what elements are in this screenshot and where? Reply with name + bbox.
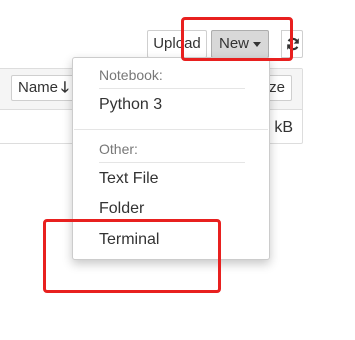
upload-button[interactable]: Upload	[147, 30, 207, 58]
new-button-label: New	[218, 35, 249, 52]
menu-item-python3[interactable]: Python 3	[74, 92, 268, 118]
menu-item-text-file[interactable]: Text File	[74, 166, 268, 192]
caret-down-icon	[253, 41, 261, 47]
header-underline	[99, 88, 245, 89]
sort-name-label: Name	[18, 79, 59, 96]
arrow-down-icon: 🡓	[61, 79, 69, 96]
menu-item-terminal[interactable]: Terminal	[74, 227, 268, 253]
other-section-header: Other:	[99, 141, 138, 157]
menu-item-folder[interactable]: Folder	[74, 196, 268, 222]
refresh-icon	[287, 37, 299, 51]
sort-by-name-button[interactable]: Name 🡓	[11, 75, 81, 101]
menu-divider	[74, 129, 268, 130]
header-underline	[99, 162, 245, 163]
new-dropdown-button[interactable]: New	[211, 30, 269, 58]
refresh-button[interactable]	[281, 30, 303, 58]
new-dropdown-menu: Notebook: Python 3 Other: Text File Fold…	[72, 57, 270, 260]
notebook-section-header: Notebook:	[99, 67, 163, 83]
notebook-tree-view: Upload New Name 🡓 ze kB Notebook: Python …	[0, 0, 355, 340]
